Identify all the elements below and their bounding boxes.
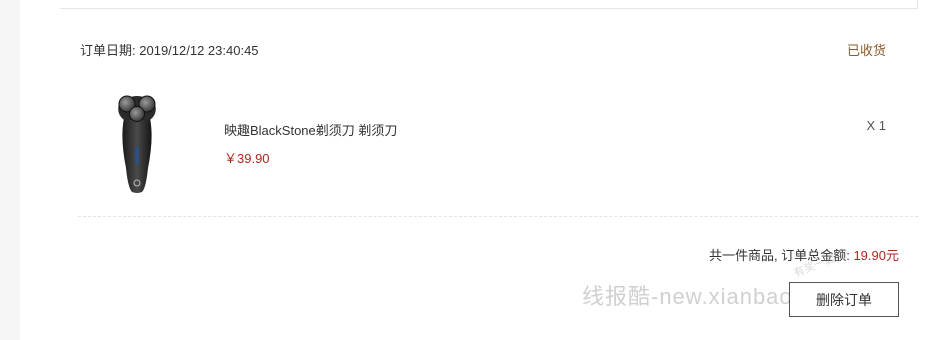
delete-order-button[interactable]: 删除订单 bbox=[789, 282, 899, 317]
product-name[interactable]: 映趣BlackStone剃须刀 剃须刀 bbox=[224, 120, 397, 139]
product-quantity: X 1 bbox=[866, 118, 886, 133]
product-price: ￥39.90 bbox=[224, 151, 270, 166]
order-date-label: 订单日期: bbox=[80, 43, 136, 58]
order-summary: 共一件商品, 订单总金额: 19.90元 bbox=[709, 245, 899, 264]
order-date-value: 2019/12/12 23:40:45 bbox=[139, 43, 259, 58]
product-image[interactable] bbox=[110, 88, 164, 196]
section-divider bbox=[78, 216, 918, 217]
order-status: 已收货 bbox=[846, 43, 886, 58]
order-total: 19.90元 bbox=[853, 248, 899, 263]
top-divider bbox=[60, 8, 918, 9]
summary-text: 共一件商品, 订单总金额: bbox=[708, 248, 850, 263]
order-date: 订单日期: 2019/12/12 23:40:45 bbox=[80, 40, 259, 59]
shaver-icon bbox=[118, 95, 156, 193]
right-edge-line bbox=[917, 0, 918, 9]
